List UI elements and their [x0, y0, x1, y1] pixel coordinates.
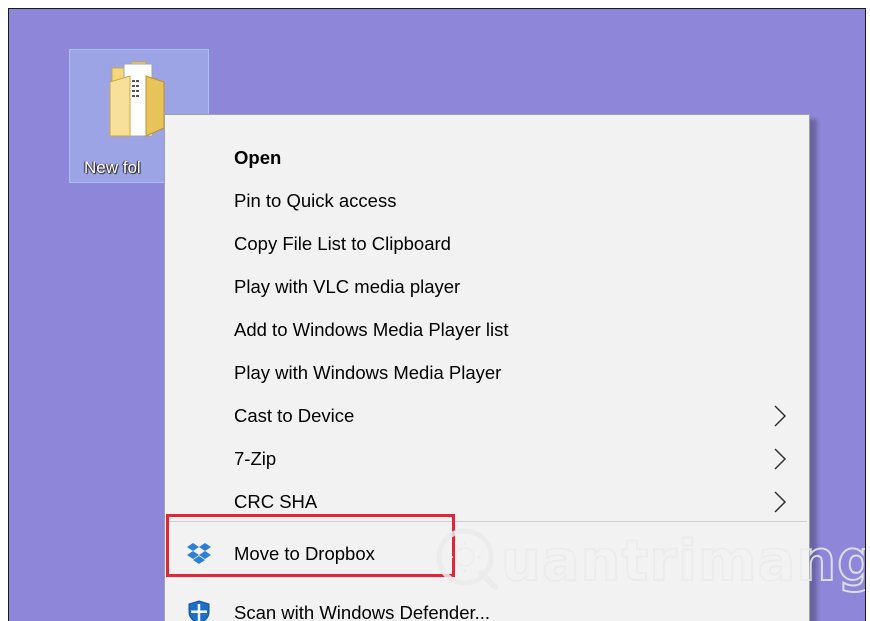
- menu-item-label: Open: [234, 147, 282, 168]
- menu-item-play-vlc[interactable]: Play with VLC media player: [165, 265, 809, 308]
- menu-item-label: Pin to Quick access: [234, 190, 397, 211]
- menu-item-label: 7-Zip: [234, 448, 277, 469]
- menu-item-copy-file-list[interactable]: Copy File List to Clipboard: [165, 222, 809, 265]
- chevron-right-icon: [774, 448, 787, 470]
- menu-item-label: Add to Windows Media Player list: [234, 319, 509, 340]
- chevron-right-icon: [774, 405, 787, 427]
- menu-item-label: Play with VLC media player: [234, 276, 461, 297]
- folder-label: New fol: [84, 158, 141, 177]
- windows-defender-icon: [188, 600, 210, 621]
- folder-icon: [109, 61, 165, 137]
- menu-item-label: Play with Windows Media Player: [234, 362, 502, 383]
- menu-item-label: Cast to Device: [234, 405, 355, 426]
- menu-item-label: CRC SHA: [234, 491, 318, 512]
- menu-item-play-with-wmp[interactable]: Play with Windows Media Player: [165, 351, 809, 394]
- menu-item-pin-to-quick-access[interactable]: Pin to Quick access: [165, 179, 809, 222]
- menu-item-scan-windows-defender[interactable]: Scan with Windows Defender...: [165, 591, 809, 621]
- highlight-box: [166, 514, 455, 577]
- menu-item-7zip[interactable]: 7-Zip: [165, 437, 809, 480]
- chevron-right-icon: [774, 491, 787, 513]
- menu-item-label: Copy File List to Clipboard: [234, 233, 451, 254]
- menu-item-label: Scan with Windows Defender...: [234, 602, 491, 621]
- menu-item-cast-to-device[interactable]: Cast to Device: [165, 394, 809, 437]
- menu-item-add-to-wmp-list[interactable]: Add to Windows Media Player list: [165, 308, 809, 351]
- menu-item-open[interactable]: Open: [165, 136, 809, 179]
- desktop: New fol Open Pin to Quick access Copy Fi…: [8, 8, 866, 621]
